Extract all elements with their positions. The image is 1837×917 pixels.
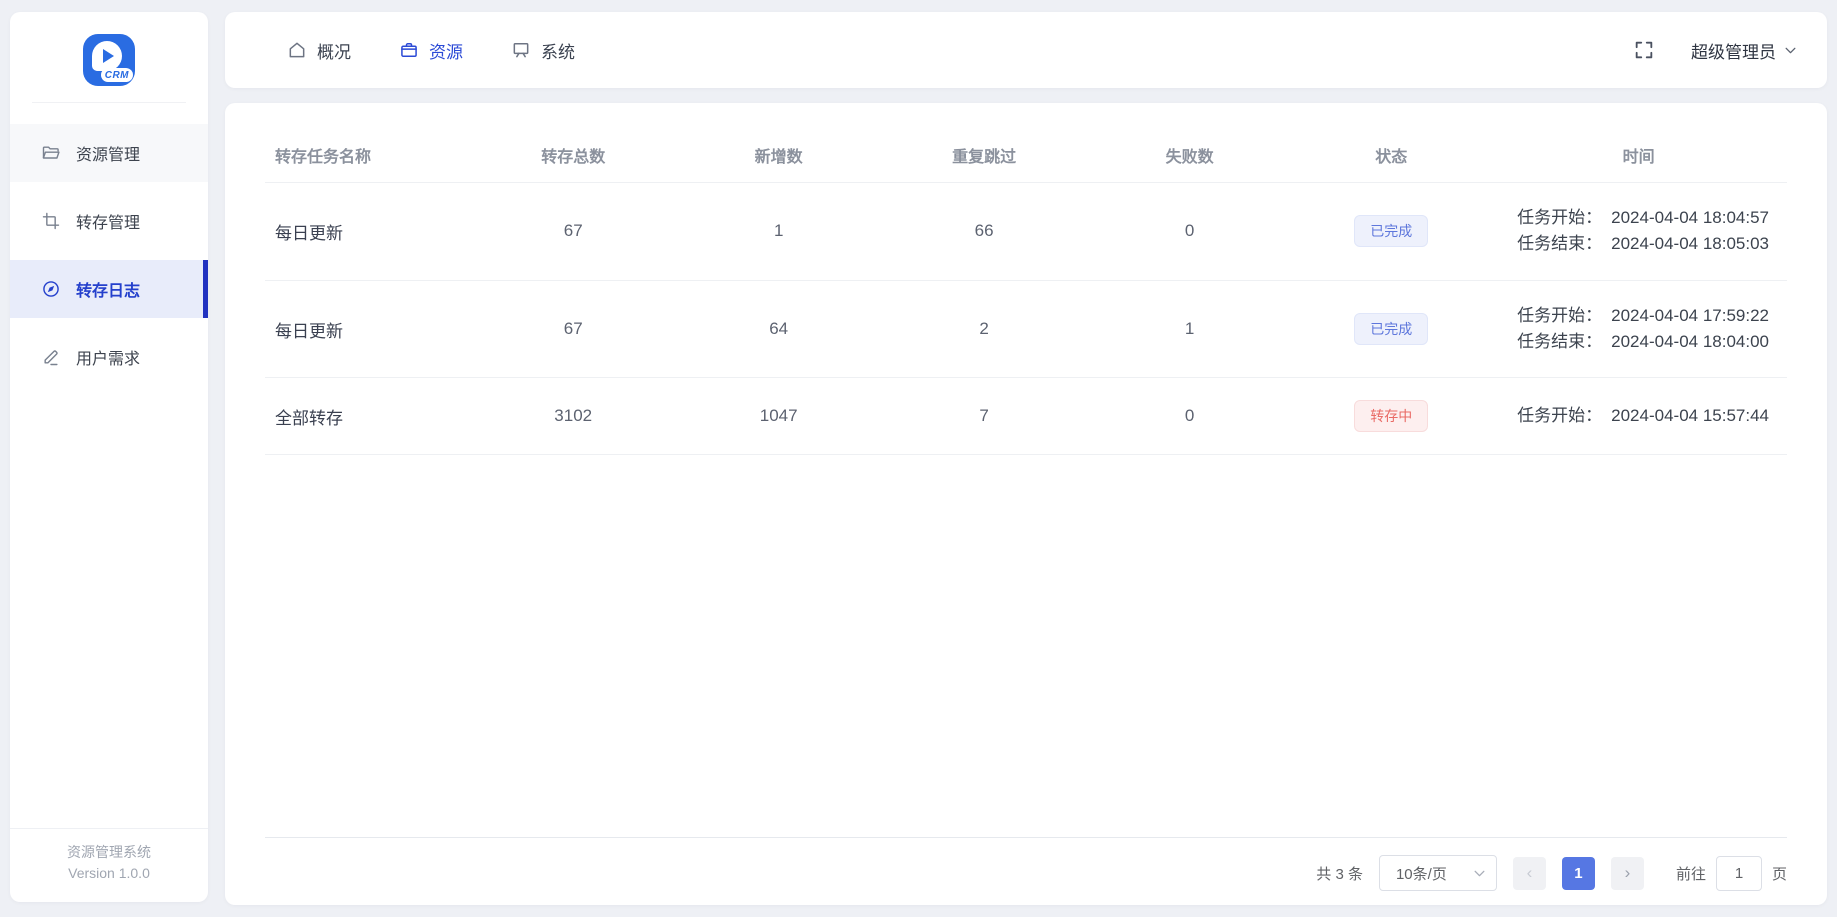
sidebar-item-label: 资源管理	[76, 147, 141, 164]
crop-icon	[41, 211, 61, 231]
fullscreen-icon[interactable]	[1633, 39, 1655, 61]
col-time: 时间	[1490, 117, 1787, 183]
next-page-button[interactable]: ›	[1610, 856, 1644, 890]
cell-status: 已完成	[1292, 280, 1491, 379]
cell-skipped: 66	[881, 182, 1087, 281]
pagination-bar: 共 3 条 10条/页 ‹ 1 › 前往 页	[265, 837, 1787, 893]
cell-task-name: 每日更新	[265, 280, 471, 379]
time-line-start: 任务开始： 2024-04-04 15:57:44	[1517, 406, 1769, 426]
nav-item-label: 概况	[317, 42, 351, 62]
chevron-down-icon	[1473, 867, 1486, 880]
col-failed: 失败数	[1086, 117, 1293, 183]
home-icon	[287, 40, 307, 60]
pagination-total: 共 3 条	[1316, 865, 1363, 883]
goto-label: 前往	[1675, 865, 1706, 883]
page-size-value: 10条/页	[1395, 865, 1447, 883]
time-line-start: 任务开始： 2024-04-04 17:59:22	[1517, 305, 1769, 325]
status-badge: 已完成	[1354, 313, 1429, 346]
user-name: 超级管理员	[1691, 42, 1776, 62]
logo-play-icon	[92, 41, 122, 71]
cell-skipped: 2	[881, 280, 1087, 379]
top-header: 概况 资源 系统 超级管理员	[225, 12, 1827, 88]
sidebar-footer: 资源管理系统 Version 1.0.0	[10, 828, 208, 902]
cell-time: 任务开始： 2024-04-04 17:59:22 任务结束： 2024-04-04…	[1490, 280, 1787, 379]
logo-divider	[32, 102, 186, 103]
transfer-log-table: 转存任务名称 转存总数 新增数 重复跳过 失败数 状态 时间 每日更新 67 1…	[265, 117, 1787, 456]
cell-added: 1047	[675, 377, 882, 456]
table-row: 每日更新 67 1 66 0 已完成 任务开始： 2024-04-04 18:04…	[265, 182, 1787, 281]
page-size-select[interactable]: 10条/页	[1378, 855, 1497, 891]
table-row: 每日更新 67 64 2 1 已完成 任务开始： 2024-04-04 17:59…	[265, 280, 1787, 379]
goto-suffix: 页	[1771, 865, 1787, 883]
page-buttons: 1	[1561, 856, 1595, 890]
sidebar-footer-title: 资源管理系统	[67, 844, 151, 860]
sidebar: CRM 资源管理 转存管理 转存日志 用户需求 资源管理系统 Version 1…	[10, 12, 208, 902]
sidebar-item-label: 用户需求	[76, 351, 141, 368]
folder-icon	[41, 143, 61, 163]
edit-icon	[41, 347, 61, 367]
content-panel: 转存任务名称 转存总数 新增数 重复跳过 失败数 状态 时间 每日更新 67 1…	[225, 103, 1827, 905]
status-badge: 已完成	[1354, 215, 1429, 248]
cell-added: 64	[675, 280, 882, 379]
sidebar-item-label: 转存管理	[76, 215, 141, 232]
page-button-1[interactable]: 1	[1561, 856, 1595, 890]
col-added: 新增数	[675, 117, 882, 183]
nav-item-label: 系统	[541, 42, 575, 62]
cell-failed: 0	[1086, 182, 1293, 281]
cell-time: 任务开始： 2024-04-04 18:04:57 任务结束： 2024-04-04…	[1490, 182, 1787, 281]
cell-status: 已完成	[1292, 182, 1491, 281]
sidebar-item-label: 转存日志	[76, 283, 141, 300]
cell-total: 67	[470, 182, 676, 281]
prev-page-button[interactable]: ‹	[1512, 856, 1546, 890]
sidebar-menu: 资源管理 转存管理 转存日志 用户需求	[10, 113, 208, 391]
crm-logo-icon: CRM	[83, 34, 135, 86]
cell-failed: 1	[1086, 280, 1293, 379]
user-dropdown[interactable]: 超级管理员	[1691, 38, 1797, 63]
cell-task-name: 全部转存	[265, 377, 471, 456]
goto-page: 前往 页	[1675, 855, 1787, 891]
sidebar-item[interactable]: 用户需求	[10, 328, 208, 386]
col-skipped: 重复跳过	[881, 117, 1087, 183]
nav-item-label: 资源	[429, 42, 463, 62]
logo-area: CRM	[10, 12, 208, 102]
col-task-name: 转存任务名称	[265, 117, 471, 183]
cell-added: 1	[675, 182, 882, 281]
cell-status: 转存中	[1292, 377, 1491, 456]
col-total: 转存总数	[470, 117, 676, 183]
table-header-row: 转存任务名称 转存总数 新增数 重复跳过 失败数 状态 时间	[265, 117, 1787, 183]
col-status: 状态	[1292, 117, 1491, 183]
sidebar-footer-version: Version 1.0.0	[68, 865, 150, 881]
cell-total: 67	[470, 280, 676, 379]
sidebar-item[interactable]: 转存管理	[10, 192, 208, 250]
nav-item[interactable]: 系统	[511, 38, 575, 63]
time-line-start: 任务开始： 2024-04-04 18:04:57	[1517, 208, 1769, 227]
status-badge: 转存中	[1354, 400, 1429, 433]
briefcase-icon	[399, 40, 419, 60]
time-line-end: 任务结束： 2024-04-04 18:05:03	[1517, 234, 1769, 254]
cell-failed: 0	[1086, 377, 1293, 456]
chevron-down-icon	[1784, 44, 1797, 57]
goto-page-input[interactable]	[1715, 855, 1762, 891]
nav-item[interactable]: 概况	[287, 38, 351, 63]
top-nav: 概况 资源 系统	[287, 38, 575, 63]
sidebar-item[interactable]: 资源管理	[10, 124, 208, 182]
logo-text: CRM	[100, 68, 133, 82]
cell-skipped: 7	[881, 377, 1087, 456]
nav-item[interactable]: 资源	[399, 38, 463, 63]
cell-time: 任务开始： 2024-04-04 15:57:44	[1490, 377, 1787, 456]
header-right: 超级管理员	[1633, 38, 1797, 63]
cell-total: 3102	[470, 377, 676, 456]
table-row: 全部转存 3102 1047 7 0 转存中 任务开始： 2024-04-04 1…	[265, 377, 1787, 456]
compass-icon	[41, 279, 61, 299]
screen-icon	[511, 40, 531, 60]
time-line-end: 任务结束： 2024-04-04 18:04:00	[1517, 332, 1769, 352]
cell-task-name: 每日更新	[265, 182, 471, 281]
sidebar-item[interactable]: 转存日志	[10, 260, 208, 318]
